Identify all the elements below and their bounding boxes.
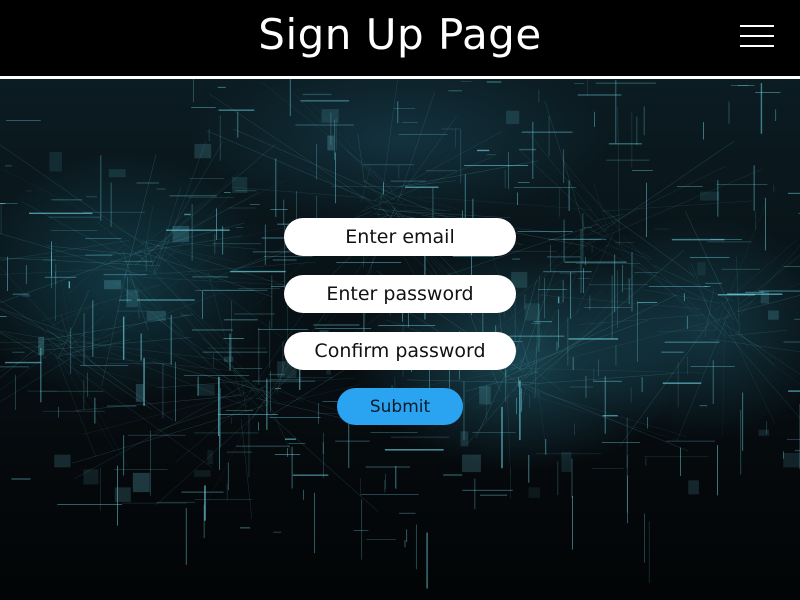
- signup-form: Submit: [0, 0, 800, 600]
- confirm-password-field[interactable]: [284, 332, 516, 370]
- email-field[interactable]: [284, 218, 516, 256]
- password-field[interactable]: [284, 275, 516, 313]
- submit-button[interactable]: Submit: [337, 388, 463, 425]
